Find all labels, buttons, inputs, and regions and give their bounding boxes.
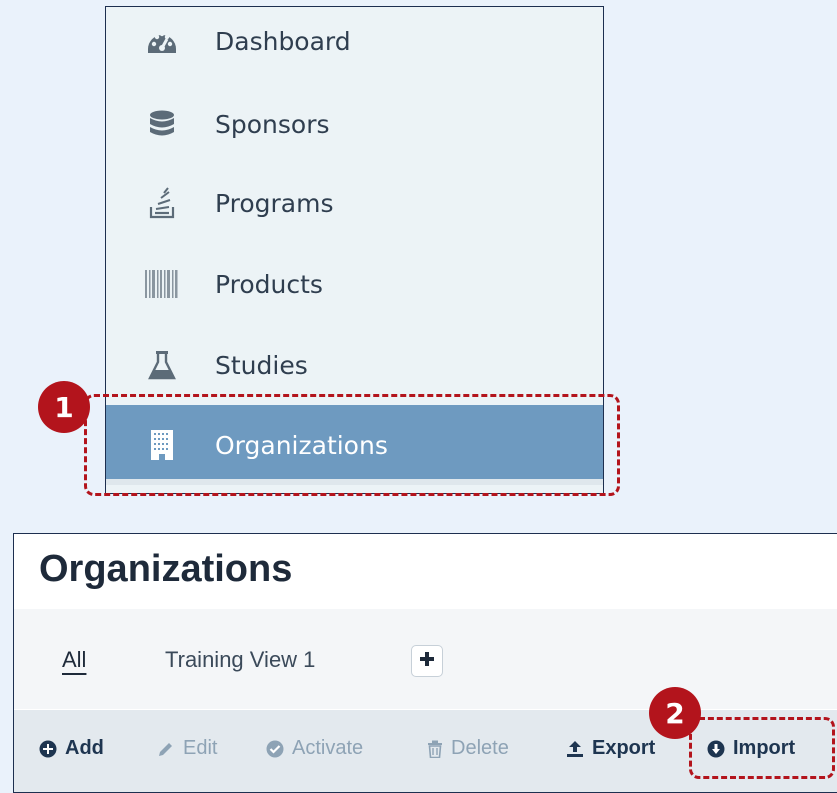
page-title: Organizations	[39, 548, 293, 590]
stack-tray-icon	[144, 185, 180, 221]
step-2-badge: 2	[649, 687, 701, 739]
add-button[interactable]: Add	[39, 737, 104, 760]
nav-item-dashboard[interactable]: Dashboard	[106, 7, 603, 81]
step-1-badge: 1	[38, 381, 90, 433]
callout-highlight-import	[689, 717, 835, 779]
export-label: Export	[592, 737, 656, 759]
check-circle-icon	[266, 740, 284, 758]
plus-icon	[419, 651, 435, 671]
trash-icon	[427, 740, 443, 758]
edit-label: Edit	[183, 737, 218, 759]
dashboard-gauge-icon	[144, 23, 180, 59]
pencil-icon	[157, 740, 175, 758]
view-tabs: All Training View 1	[14, 609, 837, 709]
plus-circle-icon	[39, 740, 57, 758]
tab-all[interactable]: All	[62, 647, 86, 673]
nav-item-label: Products	[215, 269, 323, 299]
nav-item-label: Sponsors	[215, 109, 330, 139]
nav-item-label: Programs	[215, 188, 334, 218]
activate-label: Activate	[292, 737, 364, 759]
nav-item-programs[interactable]: Programs	[106, 163, 603, 243]
tab-training-view-1[interactable]: Training View 1	[165, 647, 315, 673]
database-icon	[144, 106, 180, 142]
activate-button[interactable]: Activate	[266, 737, 363, 760]
add-label: Add	[65, 737, 104, 759]
nav-item-label: Dashboard	[215, 26, 351, 56]
upload-icon	[566, 740, 584, 758]
barcode-icon	[144, 266, 180, 302]
nav-item-products[interactable]: Products	[106, 244, 603, 324]
add-view-button[interactable]	[411, 645, 443, 677]
delete-label: Delete	[451, 737, 509, 759]
nav-item-studies[interactable]: Studies	[106, 325, 603, 405]
flask-icon	[144, 347, 180, 383]
delete-button[interactable]: Delete	[427, 737, 509, 760]
export-button[interactable]: Export	[566, 737, 655, 760]
nav-item-sponsors[interactable]: Sponsors	[106, 84, 603, 164]
edit-button[interactable]: Edit	[157, 737, 217, 760]
nav-item-label: Studies	[215, 350, 308, 380]
callout-highlight-organizations	[84, 394, 620, 496]
